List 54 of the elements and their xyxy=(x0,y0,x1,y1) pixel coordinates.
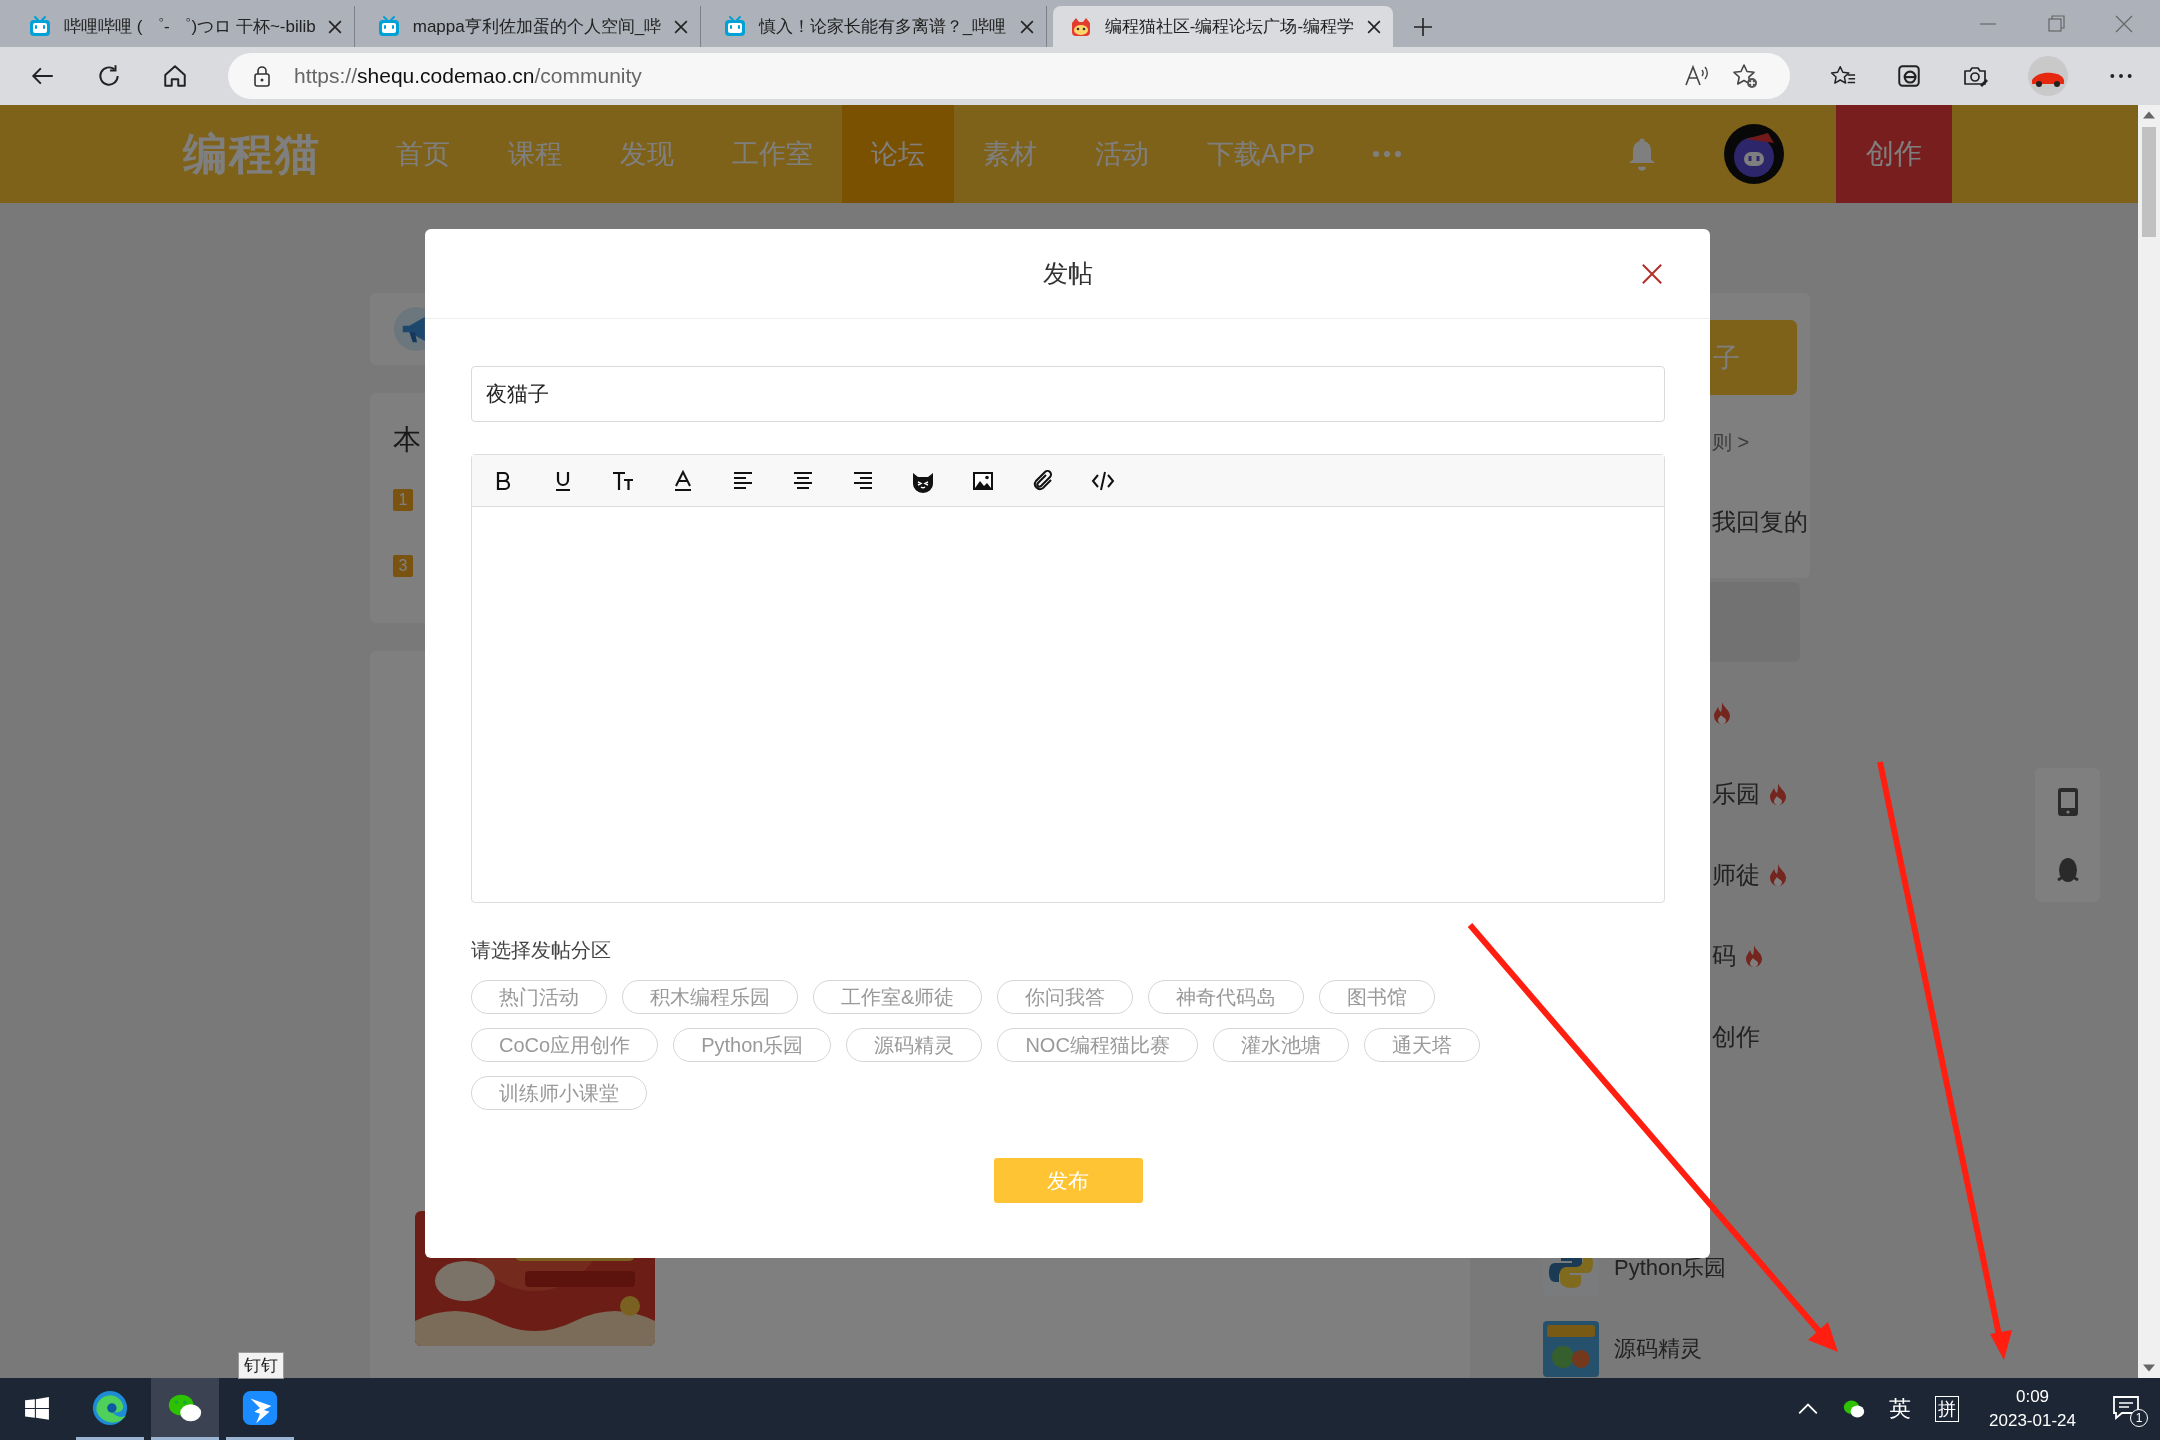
refresh-icon[interactable] xyxy=(96,63,122,89)
nav-link[interactable]: 论坛 xyxy=(842,105,954,203)
card-heading: 本 xyxy=(393,423,422,457)
clock-time[interactable]: 0:09 xyxy=(2015,1387,2050,1407)
windows-start-icon[interactable] xyxy=(24,1396,50,1422)
tooltip: 钉钉 xyxy=(238,1352,284,1379)
collections-icon[interactable] xyxy=(1896,63,1922,89)
input-language[interactable]: 英 xyxy=(1889,1394,1912,1424)
rank-badge: 1 xyxy=(393,489,413,511)
title-field[interactable]: 夜猫子 xyxy=(471,366,1665,422)
scrollbar[interactable] xyxy=(2138,105,2160,1378)
dialog-title: 发帖 xyxy=(1042,258,1093,289)
profile-avatar[interactable] xyxy=(2028,56,2068,96)
notification-icon[interactable] xyxy=(2112,1395,2140,1421)
publish-button[interactable]: 发布 xyxy=(993,1158,1143,1203)
tv-icon xyxy=(722,14,747,39)
notification-count: 1 xyxy=(2130,1409,2148,1427)
tv-icon xyxy=(28,14,52,39)
tv-icon xyxy=(376,14,401,39)
phone-icon[interactable] xyxy=(2055,786,2080,817)
board-link[interactable]: 源码精灵 xyxy=(1614,1333,1702,1364)
home-icon[interactable] xyxy=(162,63,188,89)
close-icon[interactable] xyxy=(1366,19,1381,34)
rank-badge: 3 xyxy=(393,555,413,577)
chat-bubbles-icon[interactable] xyxy=(1843,1398,1866,1420)
section-link[interactable]: 码 xyxy=(1712,939,1736,972)
scroll-up-icon[interactable] xyxy=(2143,111,2155,119)
create-button[interactable]: 创作 xyxy=(1836,105,1952,203)
taskbar-app[interactable] xyxy=(151,1378,219,1440)
close-icon[interactable] xyxy=(327,19,342,34)
address-bar[interactable]: https://shequ.codemao.cn/community xyxy=(228,53,1790,99)
clock-date[interactable]: 2023-01-24 xyxy=(1989,1411,2076,1431)
user-avatar[interactable] xyxy=(1724,124,1784,184)
game-thumbnail-icon xyxy=(1543,1320,1599,1377)
close-icon[interactable] xyxy=(1019,19,1034,34)
browser-tab[interactable]: 编程猫社区-编程论坛广场-编程学 xyxy=(1052,6,1393,47)
attachment-icon[interactable] xyxy=(1031,468,1055,493)
section-link[interactable]: 师徒 xyxy=(1712,858,1760,891)
new-tab-icon[interactable] xyxy=(1412,17,1433,37)
wing-app-icon xyxy=(241,1388,279,1427)
close-icon[interactable] xyxy=(673,19,688,34)
add-favorite-icon[interactable] xyxy=(1732,63,1758,89)
lock-icon xyxy=(252,64,272,88)
scroll-down-icon[interactable] xyxy=(2143,1364,2155,1372)
input-mode[interactable]: 拼 xyxy=(1935,1396,1960,1422)
section-label: 请选择发帖分区 xyxy=(471,938,612,963)
section-link[interactable]: 乐园 xyxy=(1712,777,1760,810)
browser-icon xyxy=(91,1388,129,1427)
category-chip[interactable]: CoCo应用创作 xyxy=(471,1028,659,1062)
section-link[interactable]: 创作 xyxy=(1712,1020,1760,1053)
rules-link[interactable]: 则 > xyxy=(1712,429,1750,456)
scroll-thumb[interactable] xyxy=(2142,127,2156,237)
replies-tab[interactable]: 我回复的 xyxy=(1712,506,1808,538)
close-icon[interactable] xyxy=(1641,263,1663,285)
